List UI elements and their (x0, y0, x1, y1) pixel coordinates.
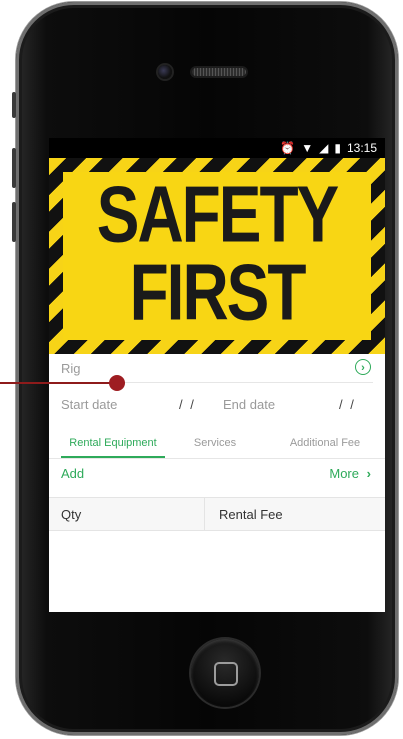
home-button[interactable] (191, 639, 259, 707)
rig-field[interactable]: Rig › (49, 356, 385, 380)
volume-up-button (12, 148, 16, 188)
rig-label: Rig (61, 360, 81, 376)
chevron-right-icon[interactable]: › (367, 466, 371, 481)
wifi-icon: ▼ (301, 141, 314, 155)
end-date-label: End date (223, 396, 276, 412)
status-time: 13:15 (346, 141, 377, 155)
mute-switch (12, 92, 16, 118)
action-row: Add More › (49, 458, 385, 488)
banner-panel: SAFETY FIRST (63, 172, 371, 340)
front-camera (158, 65, 172, 79)
home-square-icon (214, 662, 238, 686)
banner-line-2: FIRST (129, 247, 307, 337)
tab-services[interactable]: Services (177, 437, 253, 449)
volume-down-button (12, 202, 16, 242)
signal-icon: ◢ (319, 141, 329, 155)
annotation-line (0, 382, 118, 384)
earpiece-speaker (192, 68, 246, 76)
start-date-label: Start date (61, 396, 118, 412)
column-divider (204, 498, 205, 530)
annotation-dot (109, 375, 125, 391)
end-date-value[interactable]: / / (339, 397, 356, 412)
banner-line-1: SAFETY (96, 169, 339, 259)
start-date-value[interactable]: / / (179, 397, 196, 412)
column-header-rental-fee: Rental Fee (219, 507, 283, 522)
tab-bar: Rental Equipment Services Additional Fee (49, 428, 385, 458)
add-button[interactable]: Add (61, 466, 84, 481)
tab-rental-equipment[interactable]: Rental Equipment (61, 437, 165, 449)
safety-first-banner: SAFETY FIRST (49, 158, 385, 354)
tab-additional-fee[interactable]: Additional Fee (275, 437, 375, 449)
more-button[interactable]: More (329, 466, 359, 481)
table-header: Qty Rental Fee (49, 497, 385, 531)
rig-chevron-right-icon[interactable]: › (355, 359, 371, 375)
date-row: Start date / / End date / / (49, 390, 385, 418)
status-bar: ⏰ ▼ ◢ ▮ 13:15 (49, 138, 385, 158)
alarm-clock-icon: ⏰ (280, 141, 296, 155)
column-header-qty: Qty (61, 507, 82, 522)
app-screen: ⏰ ▼ ◢ ▮ 13:15 SAFETY FIRST Rig › Start d… (49, 138, 385, 612)
battery-icon: ▮ (334, 141, 341, 155)
